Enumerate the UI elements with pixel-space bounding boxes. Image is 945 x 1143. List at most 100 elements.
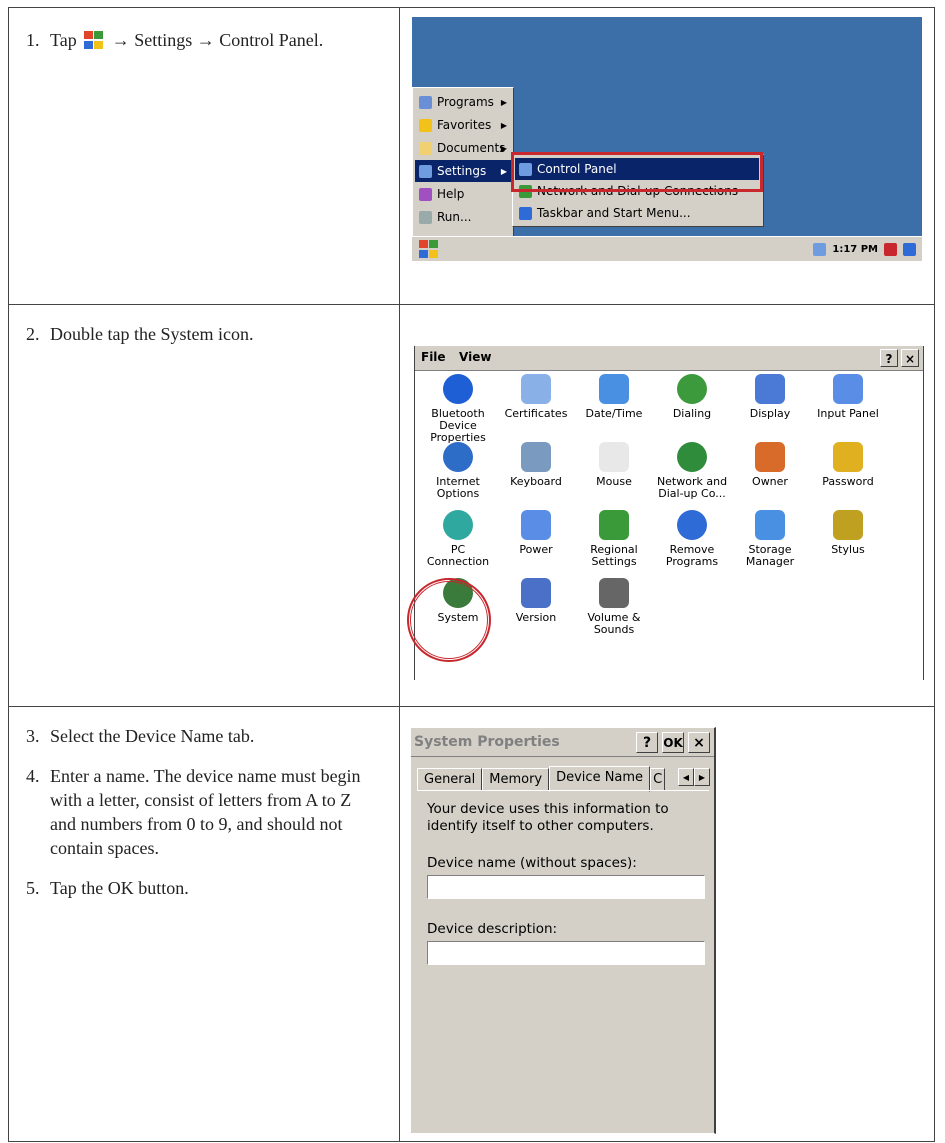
- close-button[interactable]: ×: [688, 732, 710, 753]
- system-properties-screenshot: System Properties ? OK × General Memory …: [410, 727, 716, 1134]
- control-panel-item[interactable]: Network and Dial-up Co...: [653, 442, 731, 500]
- control-panel-item-icon: [599, 442, 629, 472]
- step-number: 4.: [26, 766, 40, 786]
- control-panel-item[interactable]: Keyboard: [497, 442, 575, 488]
- file-menu[interactable]: File: [421, 350, 446, 364]
- control-panel-item[interactable]: Storage Manager: [731, 510, 809, 568]
- clock[interactable]: 1:17 PM: [832, 244, 878, 255]
- tab-general[interactable]: General: [417, 768, 483, 791]
- device-description-label: Device description:: [427, 921, 558, 937]
- device-name-panel: Your device uses this information to ide…: [417, 790, 709, 1131]
- control-panel-item-icon: [521, 510, 551, 540]
- desktop-tray-icon[interactable]: [903, 242, 916, 256]
- control-panel-item-icon: [677, 442, 707, 472]
- control-panel-item[interactable]: Owner: [731, 442, 809, 488]
- step-1: 1. Tap → Settings → Control Panel.: [26, 28, 386, 52]
- input-tray-icon[interactable]: [884, 242, 897, 256]
- control-panel-item-label: Display: [749, 407, 791, 420]
- programs-icon: [419, 95, 432, 109]
- tab-partial[interactable]: C: [650, 768, 666, 791]
- ok-button[interactable]: OK: [662, 732, 684, 753]
- system-highlight-circle-inner: [410, 581, 488, 659]
- step-3: 3. Select the Device Name tab.: [26, 724, 371, 748]
- control-panel-item[interactable]: Volume & Sounds: [575, 578, 653, 636]
- view-menu[interactable]: View: [459, 350, 491, 364]
- control-panel-screenshot: File View ? × Bluetooth Device Propertie…: [414, 346, 924, 680]
- menu-label: Favorites: [437, 118, 492, 132]
- step-2: 2. Double tap the System icon.: [26, 322, 386, 346]
- control-panel-item[interactable]: Regional Settings: [575, 510, 653, 568]
- control-panel-item-label: Date/Time: [585, 407, 643, 420]
- control-panel-item-label: Input Panel: [817, 407, 879, 420]
- control-panel-item-icon: [833, 510, 863, 540]
- control-panel-item-icon: [833, 442, 863, 472]
- control-panel-item[interactable]: Internet Options: [419, 442, 497, 500]
- help-button[interactable]: ?: [636, 732, 658, 753]
- step-number: 2.: [26, 324, 40, 344]
- control-panel-item-label: Remove Programs: [665, 543, 719, 568]
- control-panel-item[interactable]: Display: [731, 374, 809, 420]
- menu-item-documents[interactable]: Documents ▶: [415, 137, 511, 159]
- submenu-arrow-icon: ▶: [500, 97, 507, 107]
- control-panel-item[interactable]: Remove Programs: [653, 510, 731, 568]
- control-panel-item-label: Password: [822, 475, 874, 488]
- control-panel-item[interactable]: Power: [497, 510, 575, 556]
- control-panel-item-icon: [443, 510, 473, 540]
- step-number: 5.: [26, 878, 40, 898]
- step-5: 5. Tap the OK button.: [26, 876, 371, 900]
- tab-left-arrow-icon[interactable]: ◀: [678, 768, 694, 786]
- control-panel-item[interactable]: Version: [497, 578, 575, 624]
- step-text: Tap the OK button.: [50, 878, 189, 898]
- device-name-label: Device name (without spaces):: [427, 855, 637, 871]
- submenu-item-taskbar[interactable]: Taskbar and Start Menu...: [515, 202, 759, 224]
- control-panel-item[interactable]: Stylus: [809, 510, 887, 556]
- control-panel-item-icon: [521, 374, 551, 404]
- step-list-3: 3. Select the Device Name tab. 4. Enter …: [26, 724, 371, 916]
- start-menu-screenshot: Programs ▶ Favorites ▶ Documents ▶ Settings…: [412, 17, 922, 261]
- tab-memory[interactable]: Memory: [482, 768, 550, 791]
- step-post-text: → Settings → Control Panel.: [111, 30, 324, 50]
- menu-item-settings[interactable]: Settings ▶: [415, 160, 511, 182]
- control-panel-item-icon: [755, 510, 785, 540]
- control-panel-item-label: Bluetooth Device Properties: [430, 407, 486, 444]
- tab-right-arrow-icon[interactable]: ▶: [694, 768, 710, 786]
- menu-item-help[interactable]: Help: [415, 183, 511, 205]
- device-name-input[interactable]: [427, 875, 705, 899]
- submenu-arrow-icon: ▶: [500, 166, 507, 176]
- control-panel-item[interactable]: Dialing: [653, 374, 731, 420]
- control-panel-item[interactable]: PC Connection: [419, 510, 497, 568]
- control-panel-item[interactable]: Bluetooth Device Properties: [419, 374, 497, 444]
- control-panel-item-label: Network and Dial-up Co...: [656, 475, 728, 500]
- close-button[interactable]: ×: [901, 349, 919, 367]
- device-description-input[interactable]: [427, 941, 705, 965]
- control-panel-item-icon: [521, 578, 551, 608]
- control-panel-item-label: Power: [519, 543, 553, 556]
- step-text: Tap → Settings → Control Panel.: [50, 28, 386, 52]
- settings-icon: [419, 164, 432, 178]
- step-list-2: 2. Double tap the System icon.: [26, 322, 386, 362]
- help-button[interactable]: ?: [880, 349, 898, 367]
- control-panel-item[interactable]: Input Panel: [809, 374, 887, 420]
- control-panel-item[interactable]: Date/Time: [575, 374, 653, 420]
- menu-bar: File View ? ×: [415, 346, 923, 371]
- step-text: Select the Device Name tab.: [50, 726, 255, 746]
- menu-label: Documents: [437, 141, 506, 155]
- control-panel-item-icon: [755, 374, 785, 404]
- menu-item-programs[interactable]: Programs ▶: [415, 91, 511, 113]
- network-tray-icon[interactable]: [813, 242, 827, 256]
- control-panel-item[interactable]: Certificates: [497, 374, 575, 420]
- control-panel-item-icon: [677, 374, 707, 404]
- title-bar: System Properties ? OK ×: [411, 728, 714, 757]
- menu-item-favorites[interactable]: Favorites ▶: [415, 114, 511, 136]
- control-panel-item[interactable]: Password: [809, 442, 887, 488]
- control-panel-item-icon: [599, 510, 629, 540]
- start-button-icon[interactable]: [418, 239, 440, 259]
- windows-start-icon: [83, 30, 105, 50]
- control-panel-item-icon: [755, 442, 785, 472]
- menu-label: Run...: [437, 210, 472, 224]
- control-panel-item[interactable]: Mouse: [575, 442, 653, 488]
- menu-label: Taskbar and Start Menu...: [537, 206, 691, 220]
- menu-item-run[interactable]: Run...: [415, 206, 511, 228]
- tab-device-name[interactable]: Device Name: [549, 766, 651, 792]
- start-menu: Programs ▶ Favorites ▶ Documents ▶ Settings…: [412, 87, 514, 239]
